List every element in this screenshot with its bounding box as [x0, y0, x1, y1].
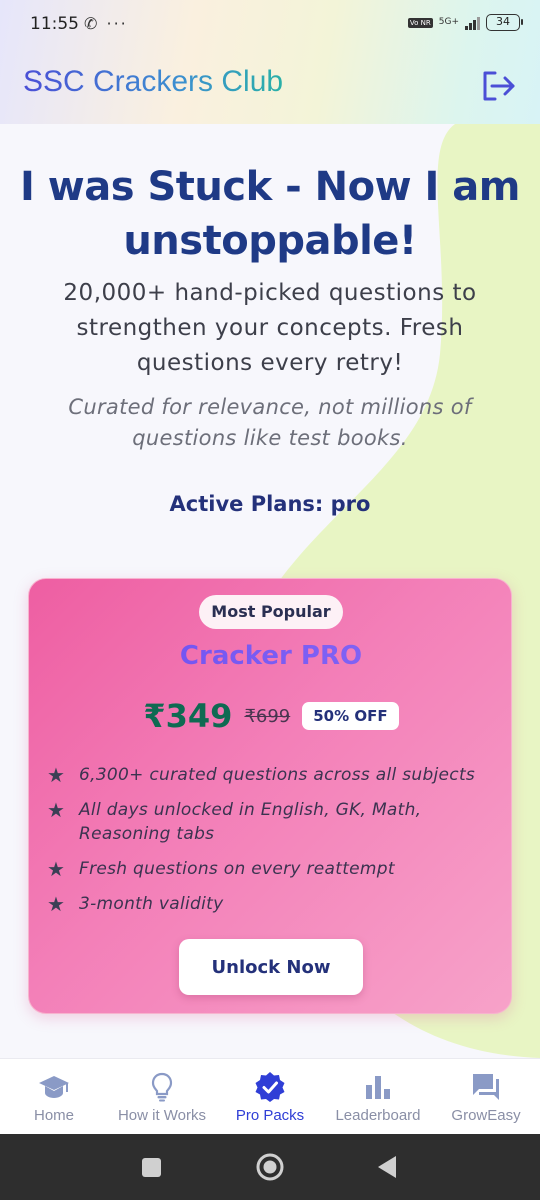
plan-name: Cracker PRO — [29, 641, 513, 671]
bottom-nav: Home How it Works Pro Packs Leaderboard … — [0, 1058, 540, 1134]
feature-item: ★ Fresh questions on every reattempt — [47, 857, 497, 881]
signal-icon — [465, 16, 480, 30]
hero-headline: I was Stuck - Now I am unstoppable! — [20, 164, 520, 264]
star-icon: ★ — [47, 892, 66, 916]
graduation-cap-icon — [39, 1076, 69, 1098]
notification-icons: ✆ ··· — [84, 14, 128, 33]
unlock-now-button[interactable]: Unlock Now — [179, 939, 363, 995]
most-popular-badge: Most Popular — [199, 595, 343, 629]
star-icon: ★ — [47, 798, 66, 822]
logout-icon — [483, 71, 515, 101]
feature-item: ★ 6,300+ curated questions across all sub… — [47, 763, 497, 787]
nav-label-pro-packs: Pro Packs — [235, 1107, 305, 1124]
status-bar: 11:55 ✆ ··· Vo NR 5G+ 34 — [0, 0, 540, 50]
discount-badge: 50% OFF — [302, 702, 399, 730]
recents-button[interactable] — [140, 1152, 164, 1182]
verified-badge-icon — [255, 1072, 285, 1102]
home-system-button[interactable] — [255, 1152, 285, 1182]
feature-item: ★ All days unlocked in English, GK, Math,… — [47, 798, 497, 846]
feature-text: 3-month validity — [79, 894, 224, 914]
feature-item: ★ 3-month validity — [47, 892, 497, 916]
app-title: SSC Crackers Club — [23, 65, 284, 98]
logout-button[interactable] — [478, 66, 518, 106]
feature-text: All days unlocked in English, GK, Math, … — [79, 800, 422, 844]
status-right: Vo NR 5G+ 34 — [407, 14, 523, 31]
original-price: ₹699 — [244, 705, 291, 727]
bar-chart-icon — [366, 1076, 390, 1099]
back-button[interactable] — [374, 1152, 400, 1182]
active-plans-label: Active Plans: pro — [169, 492, 371, 516]
plan-price: ₹349 — [143, 697, 233, 735]
feature-list: ★ 6,300+ curated questions across all sub… — [47, 763, 497, 927]
nav-label-how-it-works: How it Works — [117, 1107, 207, 1124]
feature-text: 6,300+ curated questions across all subj… — [79, 765, 476, 785]
chat-icon — [473, 1074, 499, 1100]
nav-item-how-it-works[interactable]: How it Works — [108, 1059, 216, 1134]
feature-text: Fresh questions on every reattempt — [79, 859, 395, 879]
star-icon: ★ — [47, 763, 66, 787]
nav-label-leaderboard: Leaderboard — [335, 1107, 421, 1124]
status-time: 11:55 — [30, 14, 79, 34]
nav-item-groweasy[interactable]: GrowEasy — [432, 1059, 540, 1134]
nav-item-home[interactable]: Home — [0, 1059, 108, 1134]
network-type: 5G+ — [438, 17, 459, 27]
main-content: I was Stuck - Now I am unstoppable! 20,0… — [0, 124, 540, 1058]
price-row: ₹349 ₹699 50% OFF — [29, 697, 513, 735]
battery-level: 34 — [496, 15, 510, 28]
nav-label-home: Home — [33, 1107, 74, 1124]
hero-subtext: 20,000+ hand-picked questions to strengt… — [63, 280, 477, 376]
lightbulb-icon — [151, 1072, 173, 1102]
app-header: SSC Crackers Club — [0, 50, 540, 124]
top-area: 11:55 ✆ ··· Vo NR 5G+ 34 SSC Crackers Cl… — [0, 0, 540, 124]
nav-item-pro-packs[interactable]: Pro Packs — [216, 1059, 324, 1134]
nav-item-leaderboard[interactable]: Leaderboard — [324, 1059, 432, 1134]
plan-card: Most Popular Cracker PRO ₹349 ₹699 50% O… — [28, 578, 512, 1014]
hero-note: Curated for relevance, not millions of q… — [68, 395, 472, 450]
battery-icon: 34 — [486, 14, 523, 31]
system-nav-bar — [0, 1134, 540, 1200]
nav-label-groweasy: GrowEasy — [451, 1107, 521, 1124]
vonr-icon: Vo NR — [407, 17, 433, 28]
star-icon: ★ — [47, 857, 66, 881]
